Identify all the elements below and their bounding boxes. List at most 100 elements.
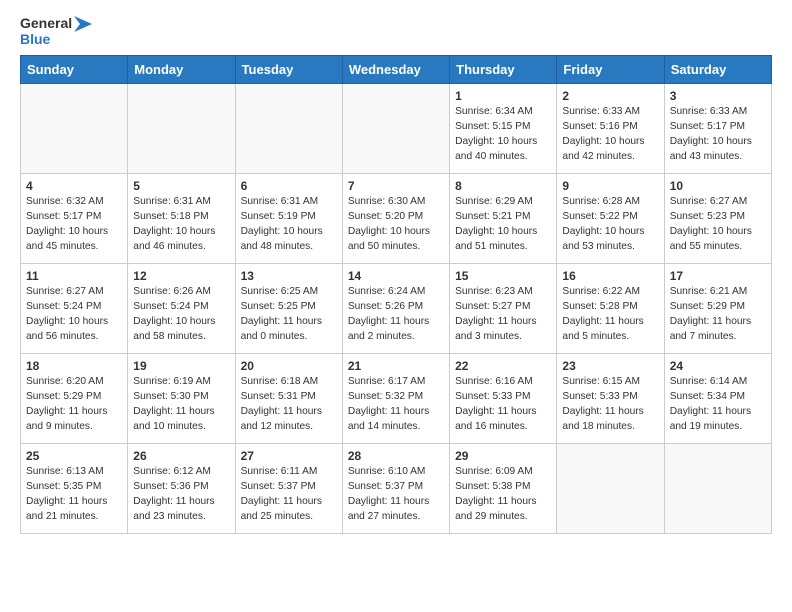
calendar-day-cell: 20 Sunrise: 6:18 AM Sunset: 5:31 PM Dayli… [235,354,342,444]
day-info: Sunrise: 6:15 AM Sunset: 5:33 PM Dayligh… [562,375,658,434]
calendar-week-row: 1 Sunrise: 6:34 AM Sunset: 5:15 PM Daylig… [21,84,772,174]
day-info: Sunrise: 6:20 AM Sunset: 5:29 PM Dayligh… [26,375,122,434]
day-info: Sunrise: 6:32 AM Sunset: 5:17 PM Dayligh… [26,195,122,254]
day-number: 11 [26,269,122,283]
calendar-day-cell: 27Sunrise: 6:11 AM Sunset: 5:37 PM Dayli… [235,444,342,534]
day-number: 14 [348,269,444,283]
day-info: Sunrise: 6:13 AM Sunset: 5:35 PM Dayligh… [26,465,122,524]
calendar-day-cell: 7 Sunrise: 6:30 AM Sunset: 5:20 PM Daylig… [342,174,449,264]
day-number: 28 [348,449,444,463]
day-number: 25 [26,449,122,463]
day-info: Sunrise: 6:27 AM Sunset: 5:23 PM Dayligh… [670,195,766,254]
calendar-day-cell [128,84,235,174]
day-info: Sunrise: 6:26 AM Sunset: 5:24 PM Dayligh… [133,285,229,344]
weekday-header-row: SundayMondayTuesdayWednesdayThursdayFrid… [21,56,772,84]
day-number: 6 [241,179,337,193]
calendar-day-cell: 3 Sunrise: 6:33 AM Sunset: 5:17 PM Daylig… [664,84,771,174]
calendar-week-row: 11Sunrise: 6:27 AM Sunset: 5:24 PM Dayli… [21,264,772,354]
day-info: Sunrise: 6:25 AM Sunset: 5:25 PM Dayligh… [241,285,337,344]
day-number: 2 [562,89,658,103]
day-info: Sunrise: 6:18 AM Sunset: 5:31 PM Dayligh… [241,375,337,434]
calendar-day-cell: 21Sunrise: 6:17 AM Sunset: 5:32 PM Dayli… [342,354,449,444]
calendar-day-cell: 25 Sunrise: 6:13 AM Sunset: 5:35 PM Dayli… [21,444,128,534]
calendar-day-cell: 19Sunrise: 6:19 AM Sunset: 5:30 PM Dayli… [128,354,235,444]
day-info: Sunrise: 6:31 AM Sunset: 5:19 PM Dayligh… [241,195,337,254]
weekday-header-monday: Monday [128,56,235,84]
calendar-day-cell [342,84,449,174]
logo-general: General [20,16,72,31]
day-info: Sunrise: 6:22 AM Sunset: 5:28 PM Dayligh… [562,285,658,344]
calendar-day-cell: 23 Sunrise: 6:15 AM Sunset: 5:33 PM Dayli… [557,354,664,444]
logo-arrow-icon [74,16,92,32]
calendar-day-cell: 8Sunrise: 6:29 AM Sunset: 5:21 PM Daylig… [450,174,557,264]
weekday-header-thursday: Thursday [450,56,557,84]
calendar-day-cell [235,84,342,174]
day-number: 23 [562,359,658,373]
weekday-header-wednesday: Wednesday [342,56,449,84]
day-info: Sunrise: 6:33 AM Sunset: 5:17 PM Dayligh… [670,105,766,164]
calendar-day-cell: 15Sunrise: 6:23 AM Sunset: 5:27 PM Dayli… [450,264,557,354]
calendar-day-cell: 17 Sunrise: 6:21 AM Sunset: 5:29 PM Dayli… [664,264,771,354]
day-number: 12 [133,269,229,283]
calendar-day-cell: 6 Sunrise: 6:31 AM Sunset: 5:19 PM Daylig… [235,174,342,264]
day-number: 16 [562,269,658,283]
day-number: 20 [241,359,337,373]
weekday-header-saturday: Saturday [664,56,771,84]
calendar-day-cell: 12 Sunrise: 6:26 AM Sunset: 5:24 PM Dayli… [128,264,235,354]
calendar-day-cell: 4 Sunrise: 6:32 AM Sunset: 5:17 PM Daylig… [21,174,128,264]
day-number: 4 [26,179,122,193]
day-info: Sunrise: 6:30 AM Sunset: 5:20 PM Dayligh… [348,195,444,254]
day-number: 29 [455,449,551,463]
day-number: 26 [133,449,229,463]
day-info: Sunrise: 6:29 AM Sunset: 5:21 PM Dayligh… [455,195,551,254]
day-info: Sunrise: 6:14 AM Sunset: 5:34 PM Dayligh… [670,375,766,434]
calendar-day-cell: 14Sunrise: 6:24 AM Sunset: 5:26 PM Dayli… [342,264,449,354]
calendar-day-cell: 9Sunrise: 6:28 AM Sunset: 5:22 PM Daylig… [557,174,664,264]
day-info: Sunrise: 6:09 AM Sunset: 5:38 PM Dayligh… [455,465,551,524]
day-number: 22 [455,359,551,373]
day-number: 18 [26,359,122,373]
calendar-week-row: 25 Sunrise: 6:13 AM Sunset: 5:35 PM Dayli… [21,444,772,534]
calendar-day-cell [21,84,128,174]
calendar-day-cell: 22 Sunrise: 6:16 AM Sunset: 5:33 PM Dayli… [450,354,557,444]
day-info: Sunrise: 6:31 AM Sunset: 5:18 PM Dayligh… [133,195,229,254]
calendar-day-cell: 24 Sunrise: 6:14 AM Sunset: 5:34 PM Dayli… [664,354,771,444]
day-info: Sunrise: 6:17 AM Sunset: 5:32 PM Dayligh… [348,375,444,434]
calendar-day-cell: 26 Sunrise: 6:12 AM Sunset: 5:36 PM Dayli… [128,444,235,534]
calendar-table: SundayMondayTuesdayWednesdayThursdayFrid… [20,55,772,534]
day-info: Sunrise: 6:33 AM Sunset: 5:16 PM Dayligh… [562,105,658,164]
calendar-day-cell: 5 Sunrise: 6:31 AM Sunset: 5:18 PM Daylig… [128,174,235,264]
day-info: Sunrise: 6:21 AM Sunset: 5:29 PM Dayligh… [670,285,766,344]
calendar-day-cell [664,444,771,534]
calendar-day-cell: 13 Sunrise: 6:25 AM Sunset: 5:25 PM Dayli… [235,264,342,354]
day-info: Sunrise: 6:28 AM Sunset: 5:22 PM Dayligh… [562,195,658,254]
header: General Blue [20,16,772,47]
day-number: 10 [670,179,766,193]
weekday-header-tuesday: Tuesday [235,56,342,84]
day-number: 13 [241,269,337,283]
calendar-week-row: 18 Sunrise: 6:20 AM Sunset: 5:29 PM Dayli… [21,354,772,444]
logo: General Blue [20,16,92,47]
day-info: Sunrise: 6:16 AM Sunset: 5:33 PM Dayligh… [455,375,551,434]
day-info: Sunrise: 6:34 AM Sunset: 5:15 PM Dayligh… [455,105,551,164]
day-info: Sunrise: 6:12 AM Sunset: 5:36 PM Dayligh… [133,465,229,524]
day-number: 5 [133,179,229,193]
calendar-day-cell [557,444,664,534]
logo-blue: Blue [20,32,50,47]
day-number: 17 [670,269,766,283]
day-number: 15 [455,269,551,283]
calendar-week-row: 4 Sunrise: 6:32 AM Sunset: 5:17 PM Daylig… [21,174,772,264]
day-number: 3 [670,89,766,103]
day-number: 7 [348,179,444,193]
calendar-day-cell: 28 Sunrise: 6:10 AM Sunset: 5:37 PM Dayli… [342,444,449,534]
day-info: Sunrise: 6:10 AM Sunset: 5:37 PM Dayligh… [348,465,444,524]
day-number: 1 [455,89,551,103]
calendar-day-cell: 29 Sunrise: 6:09 AM Sunset: 5:38 PM Dayli… [450,444,557,534]
day-number: 19 [133,359,229,373]
weekday-header-friday: Friday [557,56,664,84]
day-number: 24 [670,359,766,373]
calendar-day-cell: 16 Sunrise: 6:22 AM Sunset: 5:28 PM Dayli… [557,264,664,354]
calendar-day-cell: 2 Sunrise: 6:33 AM Sunset: 5:16 PM Daylig… [557,84,664,174]
day-number: 27 [241,449,337,463]
calendar-day-cell: 1 Sunrise: 6:34 AM Sunset: 5:15 PM Daylig… [450,84,557,174]
